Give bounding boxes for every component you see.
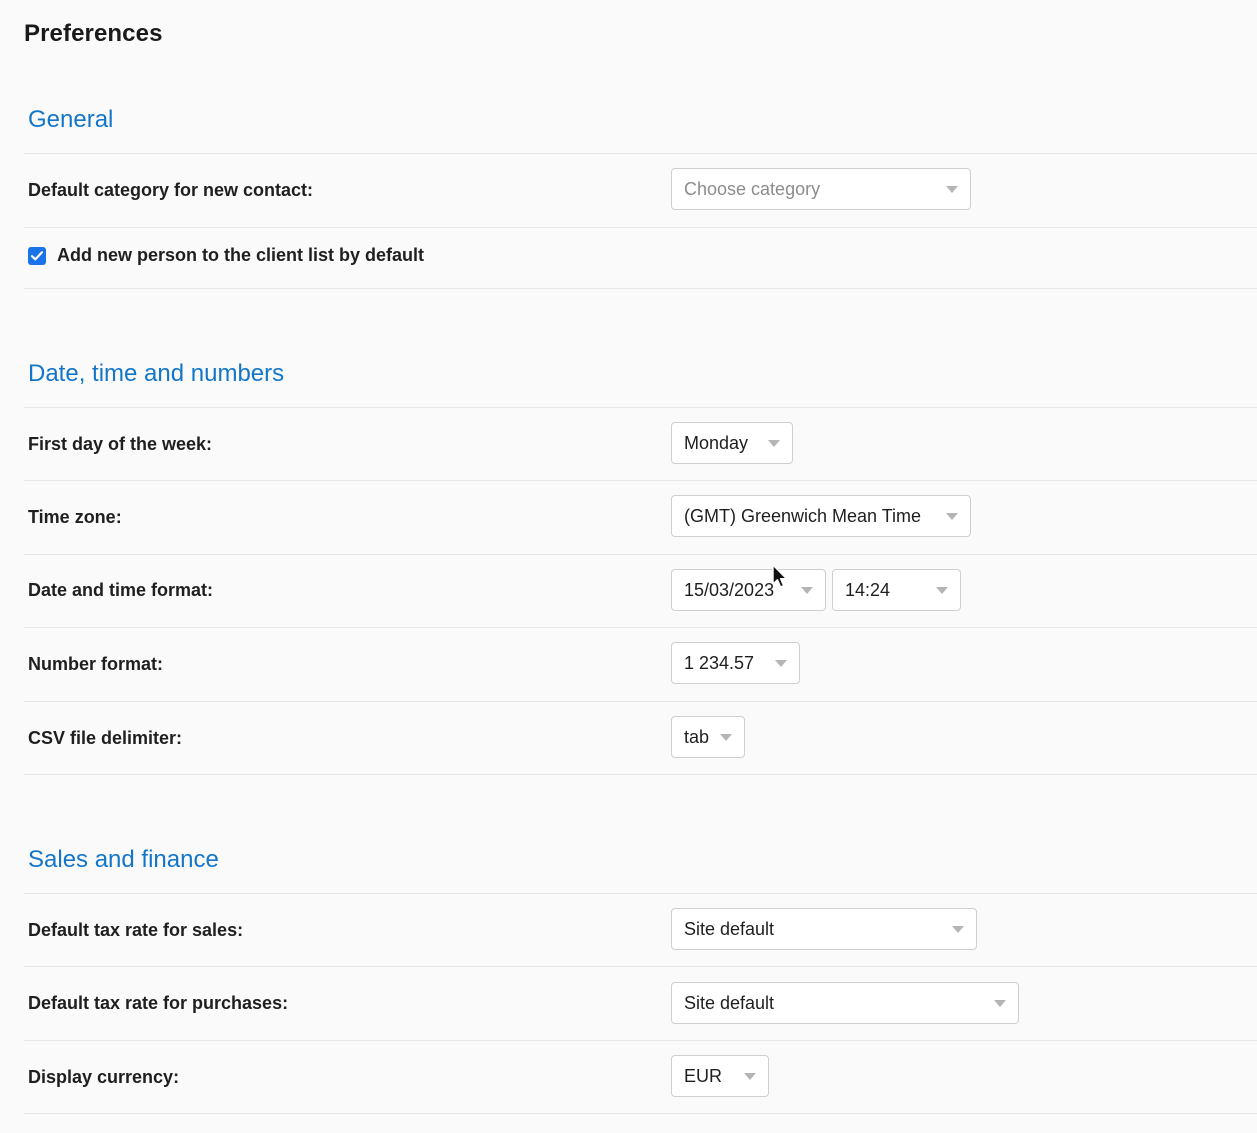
chevron-down-icon: [946, 185, 958, 193]
chevron-down-icon: [946, 512, 958, 520]
time-zone-select[interactable]: (GMT) Greenwich Mean Time: [671, 495, 971, 537]
time-format-value: 14:24: [845, 579, 891, 600]
first-day-value: Monday: [684, 432, 749, 453]
divider: [24, 1113, 1257, 1114]
display-currency-select[interactable]: EUR: [671, 1055, 769, 1097]
page-title: Preferences: [24, 20, 163, 47]
chevron-down-icon: [936, 586, 948, 594]
divider: [24, 893, 1257, 894]
divider: [24, 227, 1257, 228]
chevron-down-icon: [768, 439, 780, 447]
chevron-down-icon: [801, 586, 813, 594]
first-day-label: First day of the week:: [28, 434, 213, 454]
section-title-general: General: [28, 106, 114, 133]
section-title-sales: Sales and finance: [28, 846, 219, 873]
chevron-down-icon: [720, 733, 732, 741]
number-format-label: Number format:: [28, 654, 164, 674]
tax-sales-value: Site default: [684, 918, 775, 939]
csv-delimiter-select[interactable]: tab: [671, 716, 745, 758]
check-icon: [31, 250, 43, 260]
divider: [24, 407, 1257, 408]
divider: [24, 701, 1257, 702]
tax-purchases-value: Site default: [684, 992, 775, 1013]
add-to-client-list-checkbox[interactable]: [28, 246, 46, 265]
display-currency-value: EUR: [684, 1065, 723, 1086]
mouse-pointer-icon: [772, 564, 788, 588]
default-category-label: Default category for new contact:: [28, 180, 314, 200]
date-time-format-label: Date and time format:: [28, 580, 214, 600]
divider: [24, 480, 1257, 481]
divider: [24, 1040, 1257, 1041]
add-to-client-list-label[interactable]: Add new person to the client list by def…: [57, 245, 424, 266]
csv-delimiter-label: CSV file delimiter:: [28, 728, 183, 748]
date-format-select[interactable]: 15/03/2023: [671, 569, 826, 611]
first-day-select[interactable]: Monday: [671, 422, 793, 464]
add-to-client-list-row: Add new person to the client list by def…: [28, 245, 424, 266]
tax-sales-select[interactable]: Site default: [671, 908, 977, 950]
tax-purchases-select[interactable]: Site default: [671, 982, 1019, 1024]
tax-purchases-label: Default tax rate for purchases:: [28, 993, 289, 1013]
divider: [24, 966, 1257, 967]
default-category-select[interactable]: Choose category: [671, 168, 971, 210]
tax-sales-label: Default tax rate for sales:: [28, 920, 244, 940]
section-title-datetime: Date, time and numbers: [28, 360, 285, 387]
display-currency-label: Display currency:: [28, 1067, 180, 1087]
divider: [24, 774, 1257, 775]
number-format-select[interactable]: 1 234.57: [671, 642, 800, 684]
divider: [24, 627, 1257, 628]
chevron-down-icon: [994, 999, 1006, 1007]
divider: [24, 554, 1257, 555]
chevron-down-icon: [952, 925, 964, 933]
time-zone-value: (GMT) Greenwich Mean Time: [684, 505, 922, 526]
number-format-value: 1 234.57: [684, 652, 755, 673]
divider: [24, 288, 1257, 289]
divider: [24, 153, 1257, 154]
csv-delimiter-value: tab: [684, 726, 710, 747]
default-category-placeholder: Choose category: [684, 178, 821, 199]
chevron-down-icon: [744, 1072, 756, 1080]
time-format-select[interactable]: 14:24: [832, 569, 961, 611]
chevron-down-icon: [775, 659, 787, 667]
time-zone-label: Time zone:: [28, 507, 122, 527]
